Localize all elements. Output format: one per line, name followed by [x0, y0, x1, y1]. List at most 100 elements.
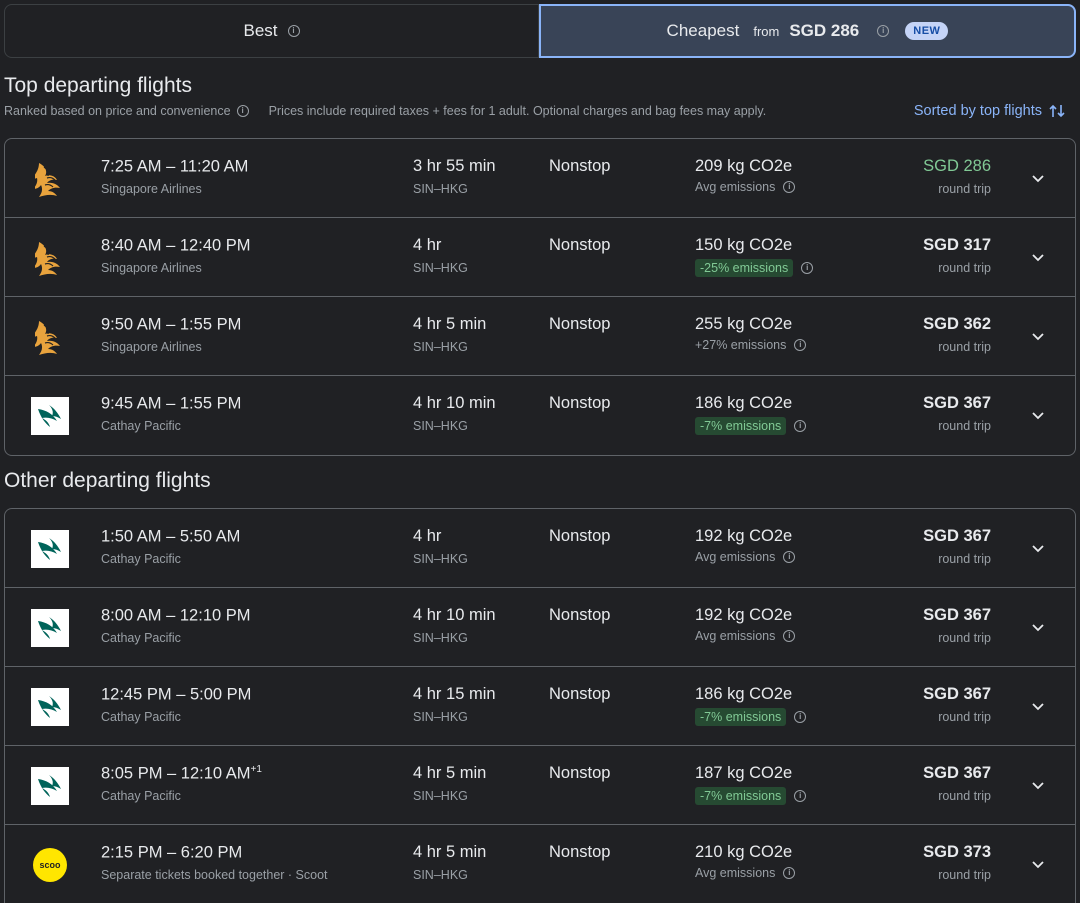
- flight-row[interactable]: 7:25 AM – 11:20 AM Singapore Airlines 3 …: [5, 139, 1075, 218]
- chevron-down-icon[interactable]: [1029, 406, 1047, 424]
- flight-duration: 3 hr 55 min: [413, 157, 496, 175]
- co2-value: 255 kg CO2e: [695, 315, 793, 333]
- flight-stops: Nonstop: [549, 843, 611, 861]
- emissions-info: -7% emissions i: [695, 417, 807, 435]
- trip-type: round trip: [938, 340, 991, 354]
- flight-row[interactable]: 1:50 AM – 5:50 AM Cathay Pacific 4 hr SI…: [5, 509, 1075, 588]
- flight-price: SGD 362: [923, 315, 991, 333]
- info-icon[interactable]: i: [783, 551, 796, 563]
- info-icon[interactable]: i: [794, 790, 807, 802]
- flight-route: SIN–HKG: [413, 261, 468, 275]
- emissions-info: Avg emissions i: [695, 629, 796, 643]
- singapore-airlines-logo: [31, 160, 69, 198]
- chevron-down-icon[interactable]: [1029, 169, 1047, 187]
- flight-price: SGD 317: [923, 236, 991, 254]
- emissions-label: -7% emissions: [695, 417, 787, 435]
- trip-type: round trip: [938, 710, 991, 724]
- departure-arrival-times: 7:25 AM – 11:20 AM: [101, 157, 249, 176]
- flight-route: SIN–HKG: [413, 789, 468, 803]
- emissions-label: +27% emissions: [695, 338, 787, 352]
- flight-price: SGD 367: [923, 394, 991, 412]
- flight-times: 9:50 AM – 1:55 PM: [101, 315, 241, 335]
- flight-price: SGD 367: [923, 685, 991, 703]
- cathay-pacific-logo: [31, 767, 69, 805]
- flight-row[interactable]: 12:45 PM – 5:00 PM Cathay Pacific 4 hr 1…: [5, 667, 1075, 746]
- co2-value: 186 kg CO2e: [695, 685, 793, 703]
- departure-arrival-times: 9:45 AM – 1:55 PM: [101, 394, 242, 413]
- flight-times: 7:25 AM – 11:20 AM: [101, 157, 248, 177]
- prices-note: Prices include required taxes + fees for…: [268, 104, 767, 118]
- info-icon[interactable]: i: [783, 181, 796, 193]
- flight-duration: 4 hr 5 min: [413, 843, 487, 861]
- emissions-info: +27% emissions i: [695, 338, 807, 352]
- top-flights-list: 7:25 AM – 11:20 AM Singapore Airlines 3 …: [4, 138, 1076, 456]
- co2-value: 150 kg CO2e: [695, 236, 793, 254]
- departure-arrival-times: 1:50 AM – 5:50 AM: [101, 527, 241, 546]
- info-icon[interactable]: i: [287, 25, 300, 37]
- tab-cheapest-price: SGD 286: [789, 21, 860, 40]
- emissions-info: -7% emissions i: [695, 787, 807, 805]
- departure-arrival-times: 8:05 PM – 12:10 AM: [101, 764, 251, 783]
- chevron-down-icon[interactable]: [1029, 539, 1047, 557]
- chevron-down-icon[interactable]: [1029, 776, 1047, 794]
- flight-route: SIN–HKG: [413, 340, 468, 354]
- tab-cheapest-label: Cheapest: [666, 21, 740, 40]
- emissions-info: Avg emissions i: [695, 180, 796, 194]
- info-icon[interactable]: i: [794, 420, 807, 432]
- departure-arrival-times: 9:50 AM – 1:55 PM: [101, 315, 242, 334]
- emissions-label: Avg emissions: [695, 866, 776, 880]
- flight-stops: Nonstop: [549, 606, 611, 624]
- info-icon[interactable]: i: [801, 262, 814, 274]
- flight-route: SIN–HKG: [413, 552, 468, 566]
- airline-name: Singapore Airlines: [101, 340, 202, 354]
- flight-row[interactable]: 8:40 AM – 12:40 PM Singapore Airlines 4 …: [5, 218, 1075, 297]
- airline-name: Cathay Pacific: [101, 789, 181, 803]
- tab-cheapest[interactable]: Cheapest from SGD 286 i NEW: [539, 4, 1076, 58]
- singapore-airlines-logo: [31, 318, 69, 356]
- info-icon[interactable]: i: [794, 711, 807, 723]
- flight-row[interactable]: 8:00 AM – 12:10 PM Cathay Pacific 4 hr 1…: [5, 588, 1075, 667]
- info-icon[interactable]: i: [877, 25, 890, 37]
- flight-route: SIN–HKG: [413, 182, 468, 196]
- sort-label: Sorted by top flights: [913, 103, 1042, 119]
- flight-row[interactable]: 9:50 AM – 1:55 PM Singapore Airlines 4 h…: [5, 297, 1075, 376]
- co2-value: 192 kg CO2e: [695, 606, 793, 624]
- flight-row[interactable]: 8:05 PM – 12:10 AM+1 Cathay Pacific 4 hr…: [5, 746, 1075, 825]
- chevron-down-icon[interactable]: [1029, 618, 1047, 636]
- flight-duration: 4 hr 5 min: [413, 315, 487, 333]
- trip-type: round trip: [938, 789, 991, 803]
- emissions-label: -25% emissions: [695, 259, 794, 277]
- flight-route: SIN–HKG: [413, 631, 468, 645]
- info-icon[interactable]: i: [794, 339, 807, 351]
- emissions-label: Avg emissions: [695, 180, 776, 194]
- airline-name: Singapore Airlines: [101, 261, 202, 275]
- flight-duration: 4 hr 10 min: [413, 606, 496, 624]
- info-icon[interactable]: i: [783, 867, 796, 879]
- tab-cheapest-from: from: [753, 23, 780, 39]
- flight-stops: Nonstop: [549, 394, 611, 412]
- chevron-down-icon[interactable]: [1029, 248, 1047, 266]
- chevron-down-icon[interactable]: [1029, 855, 1047, 873]
- flight-row[interactable]: scoo 2:15 PM – 6:20 PM Separate tickets …: [5, 825, 1075, 903]
- info-icon[interactable]: i: [783, 630, 796, 642]
- cathay-pacific-logo: [31, 530, 69, 568]
- info-icon[interactable]: i: [236, 105, 249, 117]
- emissions-label: Avg emissions: [695, 629, 776, 643]
- flight-price: SGD 373: [923, 843, 991, 861]
- flight-price: SGD 367: [923, 527, 991, 545]
- flight-times: 8:05 PM – 12:10 AM+1: [101, 764, 262, 784]
- departure-arrival-times: 8:00 AM – 12:10 PM: [101, 606, 251, 625]
- emissions-info: -7% emissions i: [695, 708, 807, 726]
- sort-button[interactable]: Sorted by top flights: [914, 102, 1066, 120]
- trip-type: round trip: [938, 868, 991, 882]
- emissions-info: Avg emissions i: [695, 550, 796, 564]
- chevron-down-icon[interactable]: [1029, 697, 1047, 715]
- sort-tabs: Best i Cheapest from SGD 286 i NEW: [4, 4, 1076, 58]
- flight-row[interactable]: 9:45 AM – 1:55 PM Cathay Pacific 4 hr 10…: [5, 376, 1075, 455]
- tab-best[interactable]: Best i: [4, 4, 539, 58]
- chevron-down-icon[interactable]: [1029, 327, 1047, 345]
- emissions-label: Avg emissions: [695, 550, 776, 564]
- singapore-airlines-logo: [31, 239, 69, 277]
- flight-price: SGD 367: [923, 606, 991, 624]
- top-flights-subline: Ranked based on price and convenience i …: [4, 102, 1076, 120]
